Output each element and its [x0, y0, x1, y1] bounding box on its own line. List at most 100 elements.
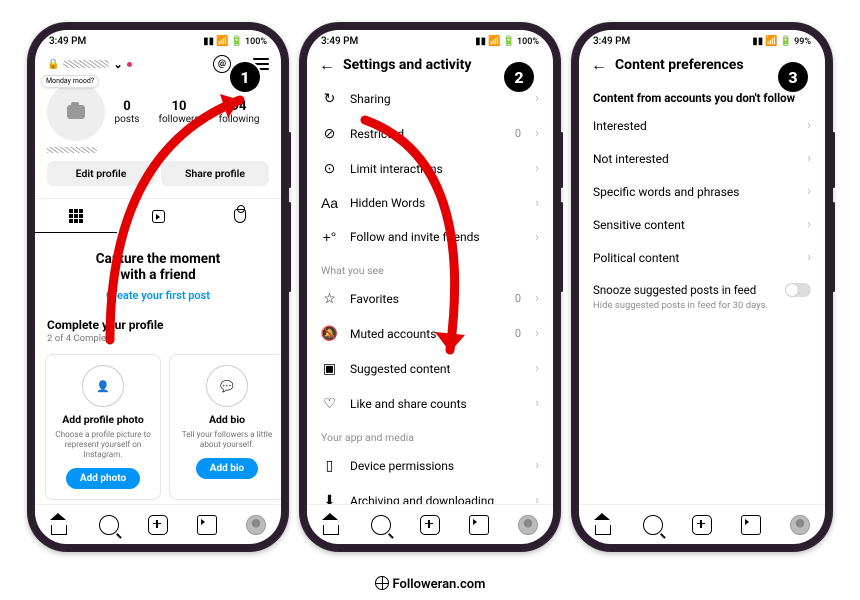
settings-row[interactable]: ▯Device permissions›: [307, 448, 553, 483]
row-label: Archiving and downloading: [350, 494, 523, 505]
row-label: Like and share counts: [350, 397, 523, 411]
section-app-media: Your app and media: [307, 421, 553, 448]
nav-create[interactable]: [420, 515, 440, 535]
section-what-you-see: What you see: [307, 254, 553, 281]
phone-1-screen: 3:49 PM ▮▮📶🔋100% 🔒 ⌄ @ Monday mood?: [35, 30, 281, 544]
settings-row[interactable]: Political content›: [579, 241, 825, 274]
nav-search[interactable]: [99, 515, 119, 535]
row-label: Specific words and phrases: [593, 185, 795, 199]
settings-row[interactable]: ⬇Archiving and downloading›: [307, 483, 553, 504]
chevron-right-icon: ›: [535, 458, 539, 473]
row-icon: ⊙: [321, 160, 338, 177]
nav-reels[interactable]: [197, 515, 217, 535]
snooze-label: Snooze suggested posts in feed: [593, 283, 773, 297]
stat-followers[interactable]: 10followers: [158, 99, 199, 125]
nav-home[interactable]: [594, 515, 614, 535]
share-profile-button[interactable]: Share profile: [161, 161, 269, 186]
row-meta: 0: [515, 327, 521, 340]
bottom-nav: [307, 504, 553, 544]
complete-cards: 👤 Add profile photo Choose a profile pic…: [35, 348, 281, 500]
step-badge-1: 1: [230, 62, 260, 92]
nav-search[interactable]: [371, 515, 391, 535]
settings-row[interactable]: ⊘Restricted0›: [307, 116, 553, 151]
bottom-nav: [579, 504, 825, 544]
nav-reels[interactable]: [469, 515, 489, 535]
threads-icon[interactable]: @: [213, 55, 231, 73]
chevron-right-icon: ›: [535, 396, 539, 411]
settings-row[interactable]: ▣Suggested content›: [307, 351, 553, 386]
stat-following[interactable]: 94following: [219, 99, 260, 125]
row-icon: ⊘: [321, 125, 338, 142]
nav-search[interactable]: [643, 515, 663, 535]
phone-3-screen: 3:49 PM ▮▮📶🔋99% ← Content preferences Co…: [579, 30, 825, 544]
nav-home[interactable]: [322, 515, 342, 535]
plus-icon: [148, 515, 168, 535]
phone-2-frame: 3:49 PM ▮▮📶🔋100% ← Settings and activity…: [299, 22, 561, 552]
edit-profile-button[interactable]: Edit profile: [47, 161, 155, 186]
add-bio-button[interactable]: Add bio: [196, 458, 258, 479]
snooze-toggle[interactable]: [785, 283, 811, 297]
mood-bubble[interactable]: Monday mood?: [41, 75, 99, 88]
avatar[interactable]: Monday mood?: [47, 83, 105, 141]
status-bar: 3:49 PM ▮▮📶🔋99%: [579, 30, 825, 49]
row-icon: ▯: [321, 457, 338, 474]
row-label: Muted accounts: [350, 327, 503, 341]
back-icon[interactable]: ←: [591, 55, 607, 75]
chat-icon: 💬: [206, 365, 248, 407]
notification-dot: [127, 62, 132, 67]
nav-create[interactable]: [148, 515, 168, 535]
nav-create[interactable]: [692, 515, 712, 535]
nav-profile[interactable]: [518, 515, 538, 535]
user-icon: 👤: [82, 365, 124, 407]
bottom-nav: [35, 504, 281, 544]
row-label: Hidden Words: [350, 196, 523, 210]
settings-row[interactable]: Interested›: [579, 109, 825, 142]
nav-profile[interactable]: [790, 515, 810, 535]
chevron-right-icon: ›: [535, 291, 539, 306]
status-time: 3:49 PM: [593, 36, 630, 47]
back-icon[interactable]: ←: [319, 55, 335, 75]
status-bar: 3:49 PM ▮▮📶🔋100%: [307, 30, 553, 49]
settings-row[interactable]: ♡Like and share counts›: [307, 386, 553, 421]
tab-reels[interactable]: [117, 199, 199, 233]
tab-grid[interactable]: [35, 199, 117, 233]
stat-posts[interactable]: 0posts: [115, 99, 140, 125]
card-add-photo: 👤 Add profile photo Choose a profile pic…: [45, 354, 161, 500]
row-icon: ↻: [321, 90, 338, 107]
settings-row[interactable]: Not interested›: [579, 142, 825, 175]
chevron-right-icon: ›: [535, 230, 539, 245]
settings-row[interactable]: ⊙Limit interactions›: [307, 151, 553, 186]
home-icon: [50, 515, 70, 535]
tab-tagged[interactable]: [199, 199, 281, 233]
row-icon: ▣: [321, 360, 338, 377]
row-label: Favorites: [350, 292, 503, 306]
row-label: Not interested: [593, 152, 795, 166]
row-label: Restricted: [350, 127, 503, 141]
row-icon: ☆: [321, 290, 338, 307]
nav-reels[interactable]: [741, 515, 761, 535]
search-icon: [99, 515, 119, 535]
settings-row[interactable]: Sensitive content›: [579, 208, 825, 241]
settings-row[interactable]: +°Follow and invite friends›: [307, 220, 553, 254]
settings-row[interactable]: 🔕Muted accounts0›: [307, 316, 553, 351]
chevron-right-icon: ›: [535, 126, 539, 141]
brand-footer: Followeran.com: [0, 576, 860, 592]
settings-row[interactable]: ☆Favorites0›: [307, 281, 553, 316]
nav-home[interactable]: [50, 515, 70, 535]
row-icon: Aa: [321, 195, 338, 211]
chevron-right-icon: ›: [535, 91, 539, 106]
status-time: 3:49 PM: [49, 36, 86, 47]
prefs-list: Interested›Not interested›Specific words…: [579, 109, 825, 504]
create-first-post-link[interactable]: Create your first post: [45, 289, 271, 302]
status-bar: 3:49 PM ▮▮📶🔋100%: [35, 30, 281, 49]
chevron-down-icon: ⌄: [113, 58, 122, 71]
add-photo-button[interactable]: Add photo: [66, 468, 140, 489]
settings-row[interactable]: Specific words and phrases ›: [579, 175, 825, 208]
row-label: Sharing: [350, 92, 523, 106]
empty-state: Capture the momentwith a friend Create y…: [35, 233, 281, 308]
account-switcher[interactable]: 🔒 ⌄: [47, 58, 132, 71]
chevron-right-icon: ›: [535, 326, 539, 341]
nav-profile[interactable]: [246, 515, 266, 535]
chevron-right-icon: ›: [807, 184, 811, 199]
settings-row[interactable]: AaHidden Words›: [307, 186, 553, 220]
